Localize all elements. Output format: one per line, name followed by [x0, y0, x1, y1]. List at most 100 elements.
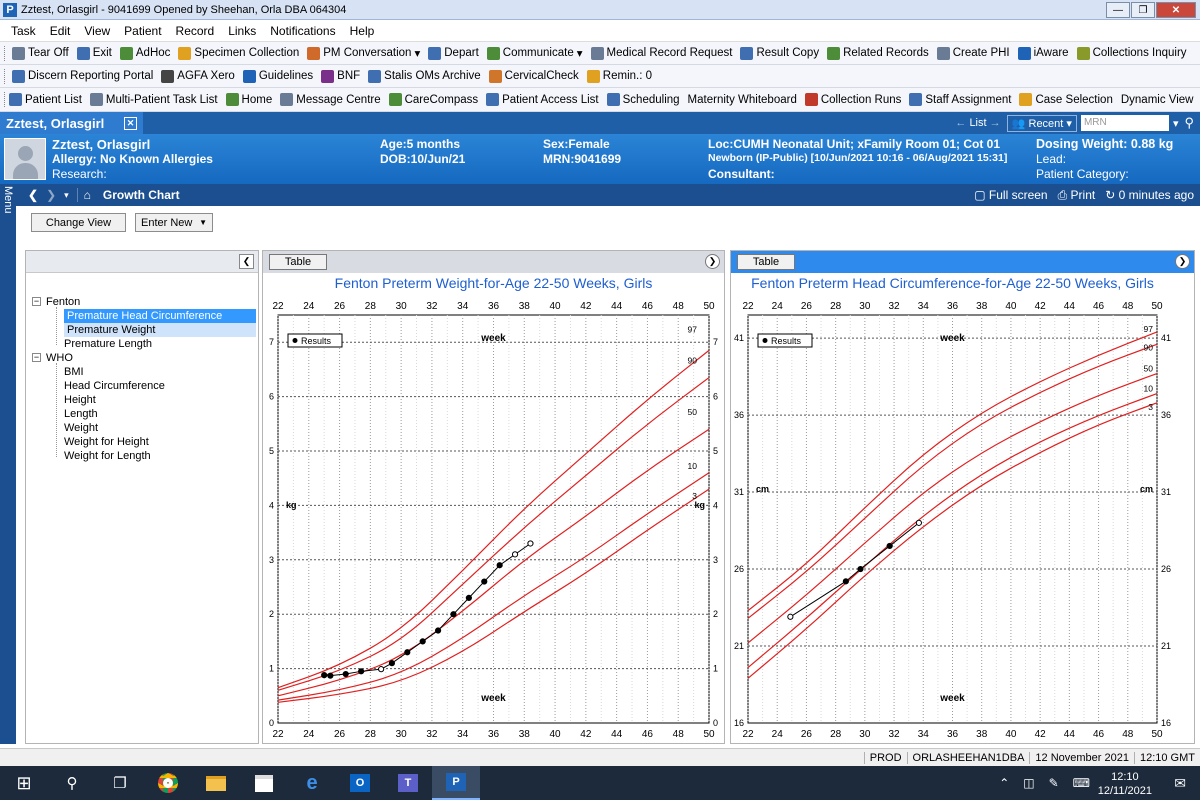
home-icon[interactable]: ⌂: [84, 188, 91, 202]
toolbar-communicate-button[interactable]: Communicate ▾: [486, 46, 583, 60]
fullscreen-button[interactable]: ▢ Full screen: [974, 188, 1047, 202]
result-point[interactable]: [434, 627, 442, 634]
toolbar-discern-reporting-portal-button[interactable]: Discern Reporting Portal: [12, 69, 153, 83]
toolbar-adhoc-button[interactable]: AdHoc: [119, 46, 170, 60]
toolbar-collections-inquiry-button[interactable]: Collections Inquiry: [1076, 46, 1187, 60]
forward-arrow-icon[interactable]: →: [987, 117, 1007, 129]
minimize-button[interactable]: —: [1106, 2, 1130, 18]
toolbar-guidelines-button[interactable]: Guidelines: [242, 69, 313, 83]
toolbar-home-button[interactable]: Home: [225, 93, 272, 106]
toolbar-result-copy-button[interactable]: Result Copy: [740, 46, 819, 60]
toolbar-case-selection-button[interactable]: Case Selection: [1019, 93, 1113, 106]
toolbar-pm-conversation-button[interactable]: PM Conversation ▾: [307, 46, 420, 60]
result-point[interactable]: [915, 519, 923, 526]
toolbar-exit-button[interactable]: Exit: [76, 46, 112, 60]
toolbar-dynamic-view-button[interactable]: Dynamic View: [1121, 94, 1194, 106]
tree-group-who[interactable]: WHO: [46, 351, 73, 365]
tree-item-who-weight-for-height[interactable]: Weight for Height: [64, 435, 149, 449]
collapse-panel-button[interactable]: ❮: [239, 254, 254, 269]
toolbar-iaware-button[interactable]: iAware: [1017, 46, 1069, 60]
result-point[interactable]: [886, 542, 893, 550]
menu-view[interactable]: View: [84, 24, 110, 38]
menu-notifications[interactable]: Notifications: [270, 24, 335, 38]
nav-forward-icon[interactable]: ❯: [46, 188, 56, 202]
search-taskbar-icon[interactable]: ⚲: [48, 766, 96, 800]
tree-item-who-head-circumference[interactable]: Head Circumference: [64, 379, 165, 393]
result-point[interactable]: [857, 565, 864, 573]
result-point[interactable]: [481, 578, 488, 585]
task-view-icon[interactable]: ❐: [96, 766, 144, 800]
restore-button[interactable]: ❐: [1131, 2, 1155, 18]
powerchart-icon[interactable]: P: [432, 766, 480, 800]
toolbar-patient-access-list-button[interactable]: Patient Access List: [486, 93, 599, 106]
result-point[interactable]: [404, 649, 411, 656]
weight-expand-icon[interactable]: ❯: [705, 254, 720, 269]
toolbar-tear-off-button[interactable]: Tear Off: [12, 46, 69, 60]
result-point[interactable]: [419, 638, 426, 645]
result-point[interactable]: [787, 613, 794, 620]
toolbar-agfa-xero-button[interactable]: AGFA Xero: [161, 69, 235, 83]
toolbar-create-phi-button[interactable]: Create PHI: [936, 46, 1010, 60]
edge-icon[interactable]: e: [288, 766, 336, 800]
change-view-button[interactable]: Change View: [31, 213, 126, 232]
side-menu-toggle[interactable]: Menu: [0, 184, 16, 744]
tree-item-who-weight[interactable]: Weight: [64, 421, 98, 435]
menu-help[interactable]: Help: [350, 24, 375, 38]
toolbar-medical-record-request-button[interactable]: Medical Record Request: [590, 46, 732, 60]
nav-history-dropdown-icon[interactable]: ▾: [64, 190, 69, 201]
tree-group-fenton[interactable]: Fenton: [46, 295, 80, 309]
list-button[interactable]: List: [969, 117, 986, 129]
toolbar-collection-runs-button[interactable]: Collection Runs: [804, 93, 901, 106]
tree-item-who-height[interactable]: Height: [64, 393, 96, 407]
result-point[interactable]: [321, 672, 328, 679]
result-point[interactable]: [327, 672, 334, 679]
back-arrow-icon[interactable]: ←: [955, 117, 969, 129]
file-explorer-icon[interactable]: [192, 766, 240, 800]
mrn-dropdown-icon[interactable]: ▾: [1173, 117, 1179, 130]
menu-links[interactable]: Links: [228, 24, 256, 38]
mrn-search-input[interactable]: MRN: [1080, 115, 1169, 131]
toolbar-specimen-collection-button[interactable]: Specimen Collection: [178, 46, 299, 60]
nav-back-icon[interactable]: ❮: [28, 188, 38, 202]
toolbar-scheduling-button[interactable]: Scheduling: [606, 93, 680, 106]
chrome-icon[interactable]: [144, 766, 192, 800]
toolbar-carecompass-button[interactable]: CareCompass: [388, 93, 478, 106]
result-point[interactable]: [358, 668, 365, 675]
store-icon[interactable]: [240, 766, 288, 800]
patient-tab[interactable]: Zztest, Orlasgirl ✕: [0, 112, 143, 134]
search-icon[interactable]: ⚲: [1184, 115, 1194, 131]
weight-table-button[interactable]: Table: [269, 254, 327, 270]
print-button[interactable]: ⎙ Print: [1058, 188, 1096, 203]
toolbar-staff-assignment-button[interactable]: Staff Assignment: [909, 93, 1011, 106]
toolbar-remin-0-button[interactable]: Remin.: 0: [586, 69, 652, 83]
close-tab-icon[interactable]: ✕: [124, 116, 137, 130]
result-point[interactable]: [342, 670, 349, 678]
notifications-icon[interactable]: ✉: [1174, 775, 1186, 792]
system-clock[interactable]: 12:10 12/11/2021: [1098, 770, 1152, 798]
network-icon[interactable]: ◫: [1023, 776, 1034, 790]
toolbar-related-records-button[interactable]: Related Records: [827, 46, 929, 60]
result-point[interactable]: [465, 594, 472, 601]
teams-icon[interactable]: T: [384, 766, 432, 800]
tree-item-fenton-premature-head-circumference[interactable]: Premature Head Circumference: [64, 309, 256, 323]
toolbar-bnf-button[interactable]: BNF: [321, 69, 360, 83]
menu-record[interactable]: Record: [176, 24, 215, 38]
chevron-down-icon[interactable]: ▾: [577, 46, 583, 60]
toolbar-stalis-oms-archive-button[interactable]: Stalis OMs Archive: [368, 69, 481, 83]
head-table-button[interactable]: Table: [737, 254, 795, 270]
result-point[interactable]: [450, 611, 457, 618]
chevron-down-icon[interactable]: ▾: [414, 46, 420, 60]
toolbar-message-centre-button[interactable]: Message Centre: [280, 93, 381, 106]
recent-dropdown[interactable]: 👥 Recent ▾: [1006, 114, 1077, 132]
keyboard-icon[interactable]: ⌨: [1073, 776, 1090, 790]
tree-item-who-weight-for-length[interactable]: Weight for Length: [64, 449, 151, 463]
tree-item-fenton-premature-length[interactable]: Premature Length: [64, 337, 152, 351]
tree-item-who-length[interactable]: Length: [64, 407, 98, 421]
refresh-button[interactable]: ↻ 0 minutes ago: [1105, 188, 1194, 202]
menu-patient[interactable]: Patient: [124, 24, 161, 38]
toolbar-maternity-whiteboard-button[interactable]: Maternity Whiteboard: [688, 94, 797, 106]
toolbar-depart-button[interactable]: Depart: [428, 46, 479, 60]
show-hidden-icons-icon[interactable]: ⌃: [999, 776, 1009, 790]
head-expand-icon[interactable]: ❯: [1175, 254, 1190, 269]
fenton-collapse-icon[interactable]: −: [32, 297, 41, 306]
